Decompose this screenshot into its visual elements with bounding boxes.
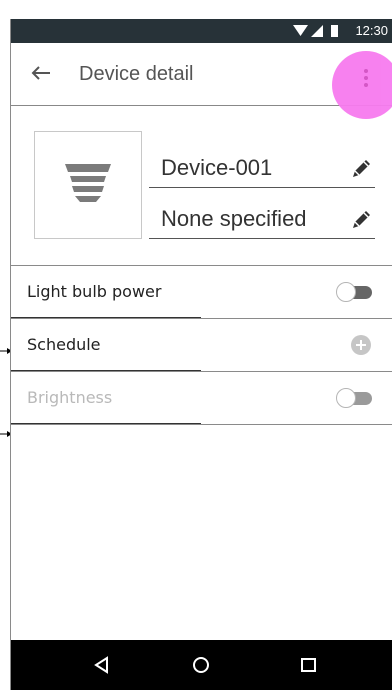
device-name-value: Device-001	[161, 155, 273, 180]
device-description-value: None specified	[161, 206, 307, 231]
setting-label: Light bulb power	[27, 282, 162, 301]
device-name-field[interactable]: Device-001	[149, 147, 375, 188]
setting-label: Brightness	[27, 388, 113, 407]
light-bulb-power-toggle[interactable]	[336, 282, 372, 302]
light-bulb-icon	[65, 164, 111, 202]
setting-row-light-bulb-power[interactable]: Light bulb power	[11, 265, 392, 318]
system-navigation-bar	[11, 640, 392, 690]
toggle-knob	[336, 282, 356, 302]
toggle-knob	[336, 388, 356, 408]
vertical-ellipsis-icon	[364, 69, 368, 91]
phone-screen: 12:30 Device detail Device-001 None spec…	[10, 19, 392, 690]
setting-row-schedule[interactable]: Schedule	[11, 318, 392, 371]
battery-icon	[331, 25, 338, 37]
status-bar: 12:30	[11, 19, 392, 43]
square-recent-icon[interactable]	[296, 653, 320, 677]
setting-label: Schedule	[27, 335, 101, 354]
status-time: 12:30	[355, 23, 388, 38]
settings-list: Light bulb power Schedule Brightness	[11, 265, 392, 425]
setting-row-brightness: Brightness	[11, 371, 392, 425]
brightness-toggle	[336, 388, 372, 408]
app-bar: Device detail	[11, 43, 392, 119]
signal-icon	[311, 25, 323, 37]
circle-home-icon[interactable]	[189, 653, 213, 677]
device-image	[34, 131, 142, 239]
triangle-back-icon[interactable]	[90, 653, 114, 677]
pencil-icon[interactable]	[349, 157, 373, 181]
status-icons	[293, 25, 338, 37]
pencil-icon[interactable]	[349, 208, 373, 232]
row-divider-accent	[11, 423, 201, 424]
page-title: Device detail	[79, 63, 194, 85]
wifi-icon	[293, 25, 308, 36]
add-icon[interactable]	[351, 335, 371, 355]
device-description-field[interactable]: None specified	[149, 198, 375, 239]
arrow-left-icon[interactable]	[29, 61, 53, 85]
overflow-menu-button[interactable]	[332, 51, 392, 119]
